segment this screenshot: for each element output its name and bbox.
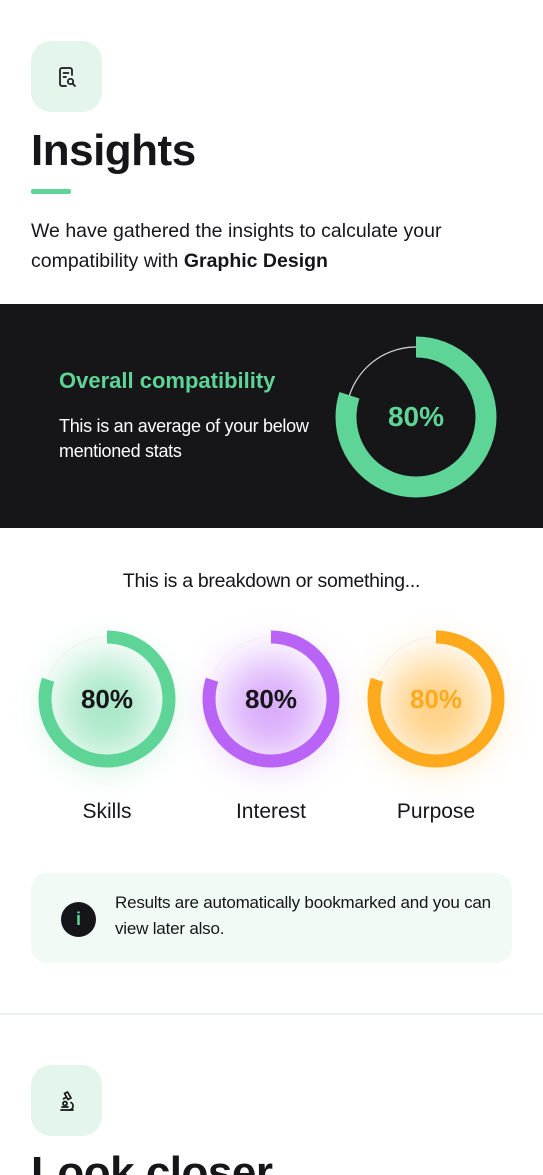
purpose-label: Purpose [396, 800, 476, 823]
title-underline [31, 189, 71, 194]
section-divider [0, 1013, 543, 1015]
microscope-icon [59, 1090, 74, 1111]
stat-skills: 80% Skills [32, 628, 182, 848]
skills-label: Skills [82, 800, 132, 823]
insights-icon-tile [31, 41, 102, 112]
overall-title: Overall compatibility [59, 368, 276, 393]
document-search-icon [58, 66, 76, 87]
purpose-percent: 80% [409, 683, 463, 714]
look-closer-icon-tile [31, 1065, 102, 1136]
breakdown-heading: This is a breakdown or something... [122, 570, 421, 592]
stat-purpose: 80% Purpose [361, 628, 511, 848]
info-icon: i [61, 902, 96, 937]
career-highlight: Graphic Design [183, 250, 328, 272]
stat-interest: 80% Interest [196, 628, 346, 848]
intro-text: We have gathered the insights to calcula… [31, 220, 442, 272]
overall-percent: 80% [387, 401, 445, 432]
bookmark-info-box: i Results are automatically bookmarked a… [31, 873, 512, 963]
page-title: Insights [31, 126, 196, 175]
interest-percent: 80% [244, 683, 298, 714]
overall-compatibility-panel: Overall compatibility This is an average… [0, 304, 543, 528]
skills-percent: 80% [80, 683, 134, 714]
look-closer-title: Look closer [31, 1148, 273, 1175]
overall-description: This is an average of your below mention… [59, 416, 309, 461]
interest-label: Interest [235, 800, 307, 823]
info-text: Results are automatically bookmarked and… [115, 893, 491, 938]
